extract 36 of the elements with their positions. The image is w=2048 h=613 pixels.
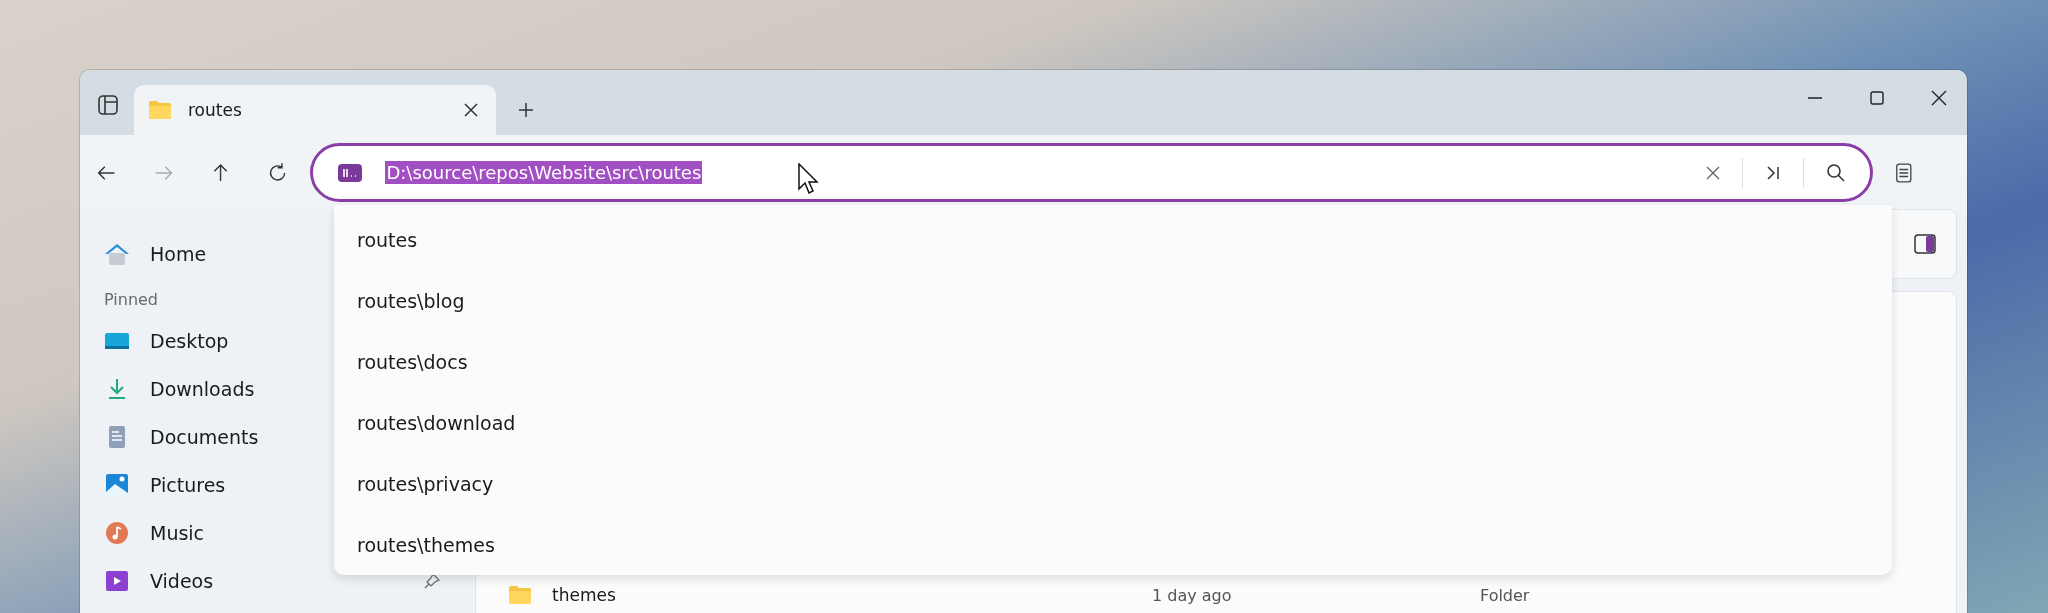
desktop-icon: [104, 330, 130, 352]
address-bar[interactable]: D:\source\repos\Website\src\routes: [310, 143, 1874, 202]
picture-icon: [104, 473, 130, 497]
sidebar-label: Documents: [150, 426, 259, 448]
clear-icon[interactable]: [1706, 165, 1721, 180]
sidebar-label: Pictures: [150, 474, 226, 496]
preview-pane-icon[interactable]: [1914, 234, 1936, 254]
music-note-icon: [104, 521, 130, 545]
tab-overview-icon[interactable]: [96, 93, 120, 117]
modified-date: 1 day ago: [1152, 585, 1233, 605]
file-row[interactable]: themes 1 day ago Folder: [508, 577, 1956, 613]
go-to-end-icon[interactable]: [1765, 164, 1782, 181]
tab-title: routes: [188, 100, 243, 120]
terminal-icon: [337, 162, 364, 183]
sidebar-label: Videos: [150, 570, 214, 592]
sidebar-label: Desktop: [150, 330, 229, 352]
folder-icon: [508, 585, 532, 605]
folder-icon: [148, 100, 172, 120]
house-icon: [104, 242, 130, 266]
film-icon: [104, 569, 130, 593]
suggestion-item[interactable]: routes: [334, 209, 1892, 270]
sidebar-label: Downloads: [150, 378, 255, 400]
sidebar-label: Music: [150, 522, 205, 544]
search-icon[interactable]: [1826, 162, 1847, 183]
file-name: themes: [552, 585, 617, 605]
new-tab-icon[interactable]: [518, 102, 534, 118]
mouse-cursor-icon: [798, 163, 820, 195]
close-tab-icon[interactable]: [464, 103, 478, 117]
suggestion-item[interactable]: routes\privacy: [334, 453, 1892, 514]
suggestion-item[interactable]: routes\blog: [334, 270, 1892, 331]
section-heading: Pinned: [104, 290, 159, 309]
file-type: Folder: [1480, 585, 1530, 605]
address-text: D:\source\repos\Website\src\routes: [385, 161, 703, 184]
tab[interactable]: routes: [134, 85, 496, 135]
close-icon[interactable]: [1931, 89, 1947, 106]
maximize-icon[interactable]: [1869, 89, 1885, 106]
